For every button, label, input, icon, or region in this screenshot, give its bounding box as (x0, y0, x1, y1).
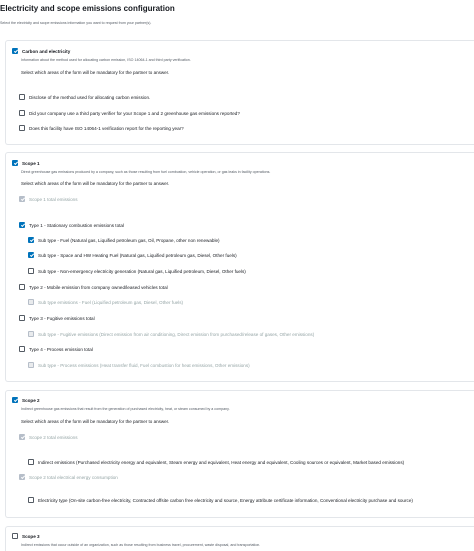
scope2-total-checkbox (19, 434, 25, 440)
carbon-item-label: Did your company use a third party verif… (29, 110, 240, 116)
scope1-type3[interactable]: Type 3 - Fugitive emissions total (19, 315, 95, 321)
subtype-checkbox[interactable] (28, 497, 34, 503)
scope2-toggle[interactable]: Scope 2 (12, 397, 40, 403)
subtype-label: Sub type - Process emissions (Heat trans… (38, 362, 250, 368)
scope3-description: Indirect emissions that occur outside of… (21, 543, 261, 547)
carbon-electricity-description: Information about the method used for al… (21, 58, 191, 62)
scope3-checkbox[interactable] (12, 533, 18, 539)
scope3-toggle[interactable]: Scope 3 (12, 533, 40, 539)
carbon-item-iso-14064[interactable]: Does this facility have ISO 14064-1 veri… (19, 125, 184, 131)
scope1-type1-checkbox[interactable] (19, 222, 25, 228)
scope2-label: Scope 2 (22, 397, 40, 403)
carbon-electricity-checkbox[interactable] (12, 48, 18, 54)
carbon-electricity-label: Carbon and electricity (22, 48, 71, 54)
scope1-type3-checkbox[interactable] (19, 315, 25, 321)
subtype-checkbox (28, 299, 34, 305)
scope1-type1-sub-heating[interactable]: Sub type - Space and HW Heating Fuel (Na… (28, 252, 237, 258)
carbon-item-checkbox[interactable] (19, 110, 25, 116)
scope1-total-checkbox (19, 196, 25, 202)
subtype-label: Indirect emissions (Purchased electricit… (38, 459, 405, 465)
scope1-total-emissions: Scope 1 total emissions (19, 196, 78, 202)
scope1-mandatory-question: Select which areas of the form will be m… (21, 181, 170, 186)
scope3-label: Scope 3 (22, 533, 40, 539)
scope2-electricity-type[interactable]: Electricity type (On-site carbon-free el… (28, 497, 413, 503)
scope1-type3-sub: Sub type - Fugitive emissions (Direct em… (28, 331, 314, 337)
scope2-mandatory-question: Select which areas of the form will be m… (21, 419, 170, 424)
scope1-total-label: Scope 1 total emissions (29, 196, 78, 202)
subtype-label: Electricity type (On-site carbon-free el… (38, 497, 413, 503)
scope2-total-label: Scope 2 total emissions (29, 434, 78, 440)
subtype-checkbox[interactable] (28, 237, 34, 243)
scope2-electricity-checkbox (19, 474, 25, 480)
subtype-label: Sub type - Non-emergency electricity gen… (38, 268, 246, 274)
carbon-electricity-toggle[interactable]: Carbon and electricity (12, 48, 70, 54)
scope3-panel (5, 526, 474, 551)
scope2-electricity-consumption: Scope 2 total electrical energy consumpt… (19, 474, 118, 480)
scope1-type1-sub-generation[interactable]: Sub type - Non-emergency electricity gen… (28, 268, 246, 274)
scope1-type2-checkbox[interactable] (19, 284, 25, 290)
scope1-type2[interactable]: Type 2 - Mobile emission from company ow… (19, 284, 168, 290)
scope2-description: Indirect greenhouse gas emissions that r… (21, 407, 230, 411)
scope1-type1-sub-fuel[interactable]: Sub type - Fuel (Natural gas, Liquified … (28, 237, 220, 243)
scope2-electricity-label: Scope 2 total electrical energy consumpt… (29, 474, 118, 480)
subtype-checkbox[interactable] (28, 268, 34, 274)
carbon-item-allocation-method[interactable]: Disclose of the method used for allocati… (19, 94, 150, 100)
page-subtitle: Select the electricity and scope emissio… (0, 21, 152, 25)
subtype-label: Sub type - Fuel (Natural gas, Liquified … (38, 237, 220, 243)
carbon-item-label: Disclose of the method used for allocati… (29, 94, 151, 100)
scope2-checkbox[interactable] (12, 397, 18, 403)
carbon-item-checkbox[interactable] (19, 125, 25, 131)
scope2-indirect-emissions[interactable]: Indirect emissions (Purchased electricit… (28, 459, 404, 465)
scope1-description: Direct greenhouse gas emissions produced… (21, 170, 271, 174)
carbon-mandatory-question: Select which areas of the form will be m… (21, 70, 170, 75)
subtype-checkbox[interactable] (28, 459, 34, 465)
scope1-type4-sub: Sub type - Process emissions (Heat trans… (28, 362, 250, 368)
subtype-checkbox (28, 362, 34, 368)
subtype-checkbox[interactable] (28, 252, 34, 258)
scope1-type1-label: Type 1 - Stationary combustion emissions… (29, 222, 124, 228)
subtype-checkbox (28, 331, 34, 337)
scope1-type2-label: Type 2 - Mobile emission from company ow… (29, 284, 168, 290)
carbon-item-third-party-verifier[interactable]: Did your company use a third party verif… (19, 110, 240, 116)
scope1-type4-checkbox[interactable] (19, 346, 25, 352)
subtype-label: Sub type - Space and HW Heating Fuel (Na… (38, 252, 237, 258)
subtype-label: Sub type - Fugitive emissions (Direct em… (38, 331, 315, 337)
carbon-item-checkbox[interactable] (19, 94, 25, 100)
scope1-type4-label: Type 4 - Process emission total (29, 346, 93, 352)
page-title: Electricity and scope emissions configur… (0, 4, 175, 13)
scope1-type3-label: Type 3 - Fugitive emissions total (29, 315, 95, 321)
scope1-toggle[interactable]: Scope 1 (12, 160, 40, 166)
scope1-type4[interactable]: Type 4 - Process emission total (19, 346, 93, 352)
scope1-type2-sub: Sub type emissions - Fuel (Liquified pet… (28, 299, 183, 305)
scope1-type1[interactable]: Type 1 - Stationary combustion emissions… (19, 222, 124, 228)
scope1-checkbox[interactable] (12, 160, 18, 166)
subtype-label: Sub type emissions - Fuel (Liquified pet… (38, 299, 184, 305)
carbon-item-label: Does this facility have ISO 14064-1 veri… (29, 125, 184, 131)
scope2-total-emissions: Scope 2 total emissions (19, 434, 78, 440)
scope1-label: Scope 1 (22, 160, 40, 166)
